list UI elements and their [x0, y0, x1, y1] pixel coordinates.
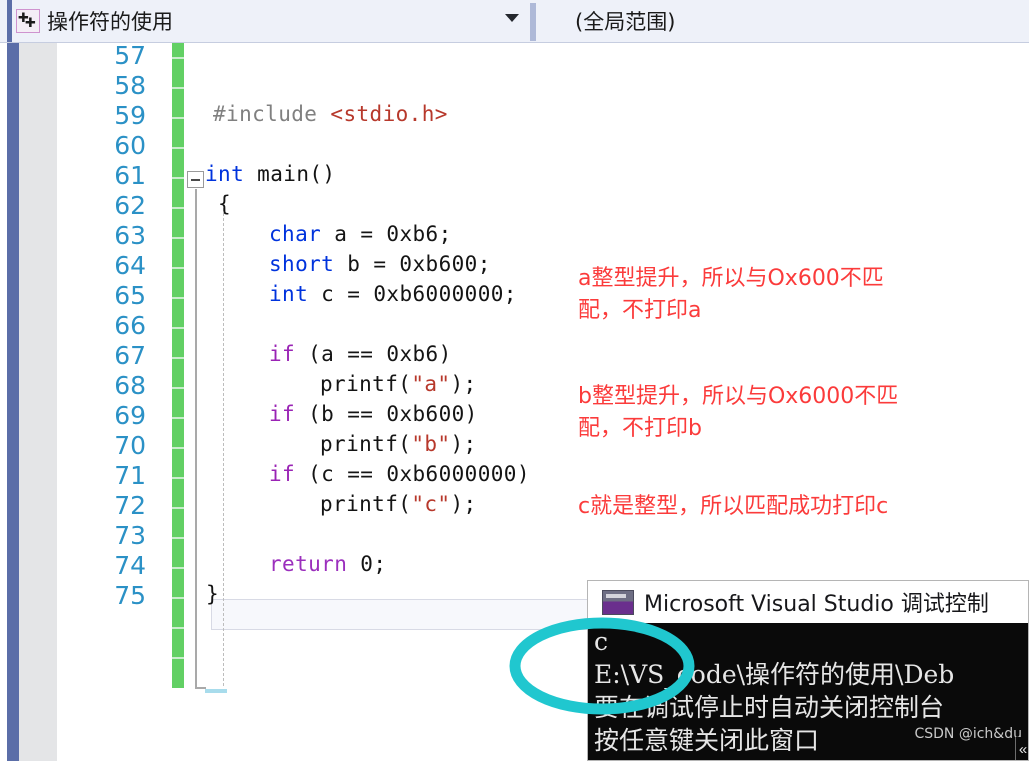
project-name-label: 操作符的使用 — [47, 10, 173, 34]
return-value: 0; — [347, 552, 387, 576]
keyword-short: short — [269, 252, 335, 276]
call-printf-open: printf( — [320, 492, 412, 516]
console-app-icon — [602, 589, 634, 615]
keyword-if: if — [269, 402, 296, 426]
keyword-if: if — [269, 462, 296, 486]
code-line-printf-c[interactable]: printf("c"); — [320, 489, 477, 519]
condition-a: (a == 0xb6) — [295, 342, 452, 366]
annotation-note-a: a整型提升，所以与Ox600不匹 配，不打印a — [578, 266, 884, 323]
brace-open: { — [218, 192, 232, 216]
function-main: main() — [244, 162, 336, 186]
call-printf-open: printf( — [320, 372, 412, 396]
condition-b: (b == 0xb600) — [295, 402, 478, 426]
console-output-line: 按任意键关闭此窗口 — [594, 726, 820, 755]
scope-dropdown[interactable]: (全局范围) — [540, 0, 1029, 42]
code-line-printf-a[interactable]: printf("a"); — [320, 369, 477, 399]
brace-close: } — [206, 582, 220, 606]
console-title-bar[interactable]: Microsoft Visual Studio 调试控制 — [588, 581, 1028, 623]
editor-navigation-bar: ✚ ✚ 操作符的使用 (全局范围) — [0, 0, 1029, 43]
declaration-c: c = 0xb6000000; — [308, 282, 517, 306]
code-line-if-c[interactable]: if (c == 0xb6000000) — [269, 459, 530, 489]
chevron-down-icon[interactable] — [505, 14, 519, 22]
console-output-line: 要在调试停止时自动关闭控制台 — [594, 693, 945, 722]
keyword-int: int — [205, 162, 245, 186]
keyword-int: int — [269, 282, 309, 306]
scope-name-label: (全局范围) — [575, 10, 676, 34]
annotation-note-b: b整型提升，所以与Ox6000不匹 配，不打印b — [578, 384, 899, 441]
preproc-directive: #include — [213, 102, 318, 126]
debug-console-window[interactable]: Microsoft Visual Studio 调试控制 c E:\VS_cod… — [587, 580, 1029, 761]
annotation-note-c: c就是整型，所以匹配成功打印c — [578, 494, 889, 519]
keyword-if: if — [269, 342, 296, 366]
code-line-decl-a[interactable]: char a = 0xb6; — [269, 219, 452, 249]
code-line-include[interactable]: #include <stdio.h> — [213, 99, 448, 129]
code-line-decl-b[interactable]: short b = 0xb600; — [269, 249, 491, 279]
call-printf-open: printf( — [320, 432, 412, 456]
console-output-line: c — [594, 627, 609, 656]
call-printf-close: ); — [450, 432, 477, 456]
declaration-a: a = 0xb6; — [321, 222, 452, 246]
include-header: <stdio.h> — [330, 102, 448, 126]
code-line-return[interactable]: return 0; — [269, 549, 386, 579]
call-printf-close: ); — [450, 372, 477, 396]
console-scroll-arrow-icon[interactable]: « — [1015, 737, 1028, 760]
string-literal-a: "a" — [411, 372, 451, 396]
string-literal-b: "b" — [411, 432, 451, 456]
code-line-if-a[interactable]: if (a == 0xb6) — [269, 339, 452, 369]
code-line-printf-b[interactable]: printf("b"); — [320, 429, 477, 459]
declaration-b: b = 0xb600; — [334, 252, 491, 276]
code-line-close-brace[interactable]: } — [206, 579, 219, 609]
code-line-decl-c[interactable]: int c = 0xb6000000; — [269, 279, 517, 309]
console-output-line: E:\VS_code\操作符的使用\Deb — [594, 660, 955, 689]
code-line-open-brace[interactable]: { — [218, 189, 231, 219]
string-literal-c: "c" — [411, 492, 451, 516]
keyword-return: return — [269, 552, 348, 576]
condition-c: (c == 0xb6000000) — [295, 462, 530, 486]
cpp-file-icon: ✚ ✚ — [16, 9, 40, 33]
code-line-if-b[interactable]: if (b == 0xb600) — [269, 399, 478, 429]
keyword-char: char — [269, 222, 322, 246]
nav-divider — [530, 3, 536, 41]
console-title-label: Microsoft Visual Studio 调试控制 — [644, 592, 989, 617]
project-dropdown[interactable]: ✚ ✚ 操作符的使用 — [12, 0, 530, 42]
console-output-area[interactable]: c E:\VS_code\操作符的使用\Deb 要在调试停止时自动关闭控制台 按… — [588, 623, 1028, 760]
call-printf-close: ); — [450, 492, 477, 516]
csdn-watermark: CSDN @ich&du — [914, 726, 1022, 742]
code-line-main-signature[interactable]: int main() — [205, 159, 335, 189]
